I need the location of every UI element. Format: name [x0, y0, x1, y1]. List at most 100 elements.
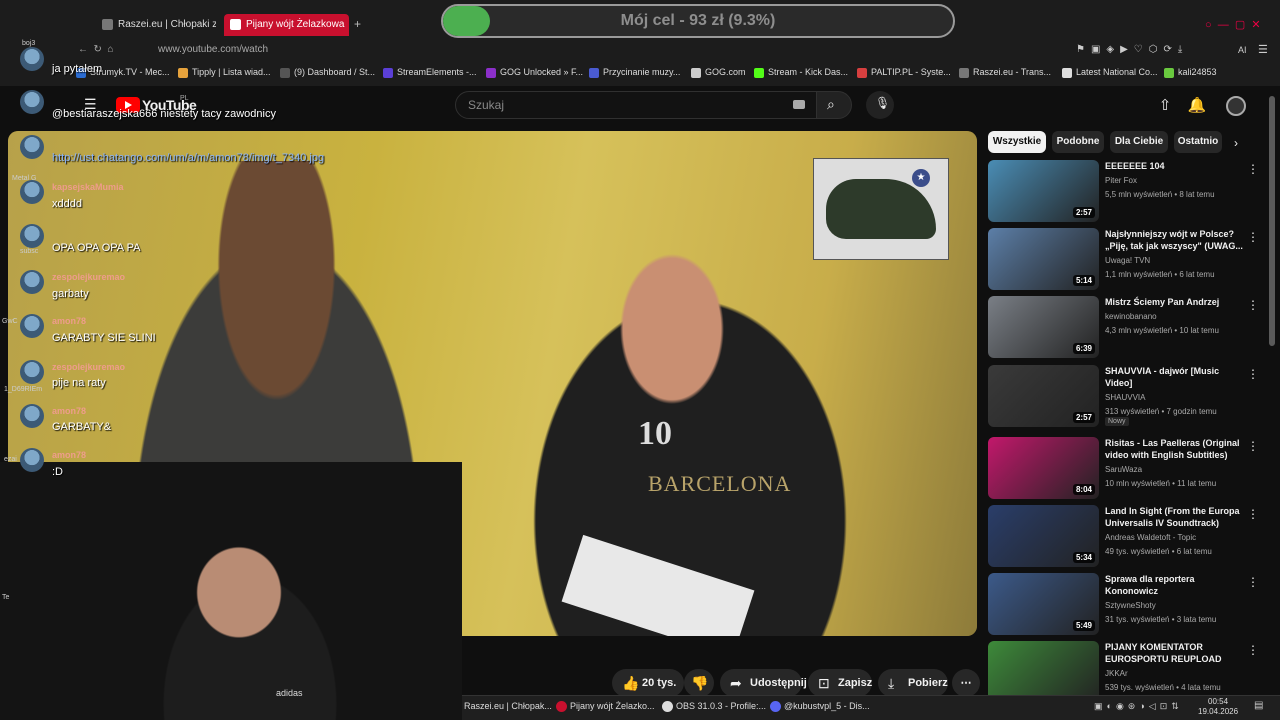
- bookmark-label: StreamElements -...: [397, 67, 477, 77]
- tab-raszei[interactable]: Raszei.eu | Chłopaki z Ras: [96, 14, 216, 36]
- video-title[interactable]: PIJANY KOMENTATOR EUROSPORTU REUPLOAD: [1105, 641, 1245, 665]
- video-title[interactable]: SHAUVVIA - dajwór [Music Video]: [1105, 365, 1245, 389]
- tab-pijany-wojt[interactable]: Pijany wójt Żelazkowa: [224, 14, 349, 36]
- system-clock[interactable]: 00:54 19.04.2026: [1198, 697, 1238, 717]
- recommendation-item[interactable]: 8:04 Risitas - Las Paelleras (Original vi…: [988, 437, 1259, 499]
- video-thumbnail[interactable]: 5:34: [988, 505, 1099, 567]
- video-meta: 313 wyświetleń • 7 godzin temu: [1105, 407, 1217, 416]
- nav-back-icon[interactable]: ← ↻ ⌂: [78, 44, 114, 55]
- bookmark-icon: [959, 68, 969, 78]
- channel-name[interactable]: SHAUVVIA: [1105, 393, 1145, 402]
- bookmark-icon: [383, 68, 393, 78]
- taskbar-item[interactable]: Pijany wójt Żelazko...: [556, 701, 655, 712]
- more-options-icon[interactable]: ⋮: [1247, 439, 1259, 453]
- taskbar-item[interactable]: Raszei.eu | Chłopak...: [464, 701, 552, 711]
- bookmark[interactable]: Raszei.eu - Trans...: [959, 67, 1051, 78]
- chip-for-you[interactable]: Dla Ciebie: [1110, 131, 1168, 153]
- bookmark[interactable]: GOG.com: [691, 67, 746, 78]
- like-button[interactable]: 👍 20 tys.: [612, 669, 684, 697]
- more-actions-button[interactable]: ⋯: [952, 669, 980, 697]
- recommendation-item[interactable]: 5:14 Najsłynniejszy wójt w Polsce? „Piję,…: [988, 228, 1259, 290]
- side-label: GwC: [2, 318, 18, 325]
- video-thumbnail[interactable]: 2:57: [988, 365, 1099, 427]
- video-thumbnail[interactable]: 8:04: [988, 437, 1099, 499]
- extension-icons[interactable]: ⚑▣◈▶♡⬡⟳⤓: [1076, 44, 1188, 55]
- recommendation-item[interactable]: 5:49 Sprawa dla reportera Kononowicz Sztyw…: [988, 573, 1259, 635]
- window-controls[interactable]: ○ — ▢ ✕: [1205, 18, 1261, 31]
- bookmark[interactable]: Tipply | Lista wiad...: [178, 67, 271, 78]
- new-tab-icon[interactable]: +: [354, 17, 361, 31]
- keyboard-icon[interactable]: [793, 100, 805, 109]
- chip-related[interactable]: Podobne: [1052, 131, 1104, 153]
- channel-name[interactable]: Piter Fox: [1105, 176, 1137, 185]
- more-options-icon[interactable]: ⋮: [1247, 298, 1259, 312]
- search-button[interactable]: ⌕: [816, 91, 852, 119]
- video-title[interactable]: Najsłynniejszy wójt w Polsce? „Piję, tak…: [1105, 228, 1245, 252]
- recommendation-item[interactable]: 6:39 Mistrz Ściemy Pan Andrzej kewinobanan…: [988, 296, 1259, 358]
- upload-icon[interactable]: ⇧: [1155, 96, 1175, 116]
- channel-name[interactable]: SztywneShoty: [1105, 601, 1156, 610]
- chip-all[interactable]: Wszystkie: [988, 131, 1046, 153]
- channel-name[interactable]: kewinobanano: [1105, 312, 1157, 321]
- bookmark[interactable]: Latest National Co...: [1062, 67, 1158, 78]
- dislike-button[interactable]: 👎: [684, 669, 714, 697]
- video-duration: 2:57: [1072, 207, 1095, 218]
- chevron-right-icon[interactable]: ›: [1234, 136, 1238, 150]
- recommendation-item[interactable]: PIJANY KOMENTATOR EUROSPORTU REUPLOAD JKK…: [988, 641, 1259, 703]
- bookmark[interactable]: PALTIP.PL - Syste...: [857, 67, 951, 78]
- video-title[interactable]: EEEEEEE 104: [1105, 160, 1245, 172]
- more-options-icon[interactable]: ⋮: [1247, 162, 1259, 176]
- chat-link[interactable]: http://ust.chatango.com/um/a/m/amon78/im…: [52, 152, 324, 164]
- recommendation-item[interactable]: 2:57 SHAUVVIA - dajwór [Music Video] SHAUV…: [988, 365, 1259, 427]
- recommendation-item[interactable]: 2:57 EEEEEEE 104 Piter Fox 5,5 mln wyświetl…: [988, 160, 1259, 222]
- chat-username: zespolejkuremao: [52, 272, 126, 282]
- avatar[interactable]: [1226, 96, 1246, 116]
- voice-search-button[interactable]: 🎙: [866, 91, 894, 119]
- scrollbar[interactable]: [1269, 96, 1275, 346]
- video-thumbnail[interactable]: [988, 641, 1099, 703]
- notifications-bell-icon[interactable]: 🔔: [1187, 96, 1207, 116]
- bookmark[interactable]: Przycinanie muzy...: [589, 67, 680, 78]
- avatar: [20, 224, 44, 248]
- more-options-icon[interactable]: ⋮: [1247, 230, 1259, 244]
- video-thumbnail[interactable]: 2:57: [988, 160, 1099, 222]
- taskbar-item[interactable]: @kubustvpl_5 - Dis...: [770, 701, 870, 712]
- sneaker-overlay-image: ★: [813, 158, 949, 260]
- thumbs-down-icon: 👎: [691, 675, 709, 691]
- bookmark[interactable]: GOG Unlocked » F...: [486, 67, 583, 78]
- bookmark[interactable]: Stream - Kick Das...: [754, 67, 848, 78]
- bookmark[interactable]: (9) Dashboard / St...: [280, 67, 375, 78]
- url-field[interactable]: www.youtube.com/watch: [158, 44, 268, 55]
- bookmark[interactable]: StreamElements -...: [383, 67, 477, 78]
- channel-name[interactable]: Uwaga! TVN: [1105, 256, 1150, 265]
- star-logo-icon: ★: [912, 169, 930, 187]
- taskbar-item-label: @kubustvpl_5 - Dis...: [784, 701, 870, 711]
- more-options-icon[interactable]: ⋮: [1247, 643, 1259, 657]
- video-title[interactable]: Mistrz Ściemy Pan Andrzej: [1105, 296, 1245, 308]
- video-thumbnail[interactable]: 5:49: [988, 573, 1099, 635]
- video-title[interactable]: Risitas - Las Paelleras (Original video …: [1105, 437, 1245, 461]
- channel-name[interactable]: Andreas Waldetoft - Topic: [1105, 533, 1196, 542]
- video-thumbnail[interactable]: 5:14: [988, 228, 1099, 290]
- save-button[interactable]: ⊡ Zapisz: [808, 669, 872, 697]
- browser-menu-icon[interactable]: ☰: [1258, 43, 1268, 56]
- search-input[interactable]: Szukaj: [455, 91, 817, 119]
- recommendation-item[interactable]: 5:34 Land In Sight (From the Europa Unive…: [988, 505, 1259, 567]
- notification-center-icon[interactable]: ▤: [1254, 700, 1263, 711]
- side-label: boj3: [22, 40, 36, 47]
- tray-icons[interactable]: ▣◐◉⊛◑◁⊡⇅: [1094, 701, 1183, 712]
- channel-name[interactable]: SaruWaza: [1105, 465, 1142, 474]
- channel-name[interactable]: JKKAr: [1105, 669, 1128, 678]
- more-options-icon[interactable]: ⋮: [1247, 575, 1259, 589]
- video-title[interactable]: Land In Sight (From the Europa Universal…: [1105, 505, 1245, 529]
- bookmark[interactable]: kali24853: [1164, 67, 1217, 78]
- more-options-icon[interactable]: ⋮: [1247, 367, 1259, 381]
- download-button[interactable]: ⤓ Pobierz: [878, 669, 948, 697]
- ai-button[interactable]: AI: [1238, 45, 1247, 55]
- share-button[interactable]: ➦ Udostępnij: [720, 669, 807, 697]
- chip-recent[interactable]: Ostatnio: [1174, 131, 1222, 153]
- taskbar-item[interactable]: OBS 31.0.3 - Profile:...: [662, 701, 766, 712]
- more-options-icon[interactable]: ⋮: [1247, 507, 1259, 521]
- video-thumbnail[interactable]: 6:39: [988, 296, 1099, 358]
- video-title[interactable]: Sprawa dla reportera Kononowicz: [1105, 573, 1245, 597]
